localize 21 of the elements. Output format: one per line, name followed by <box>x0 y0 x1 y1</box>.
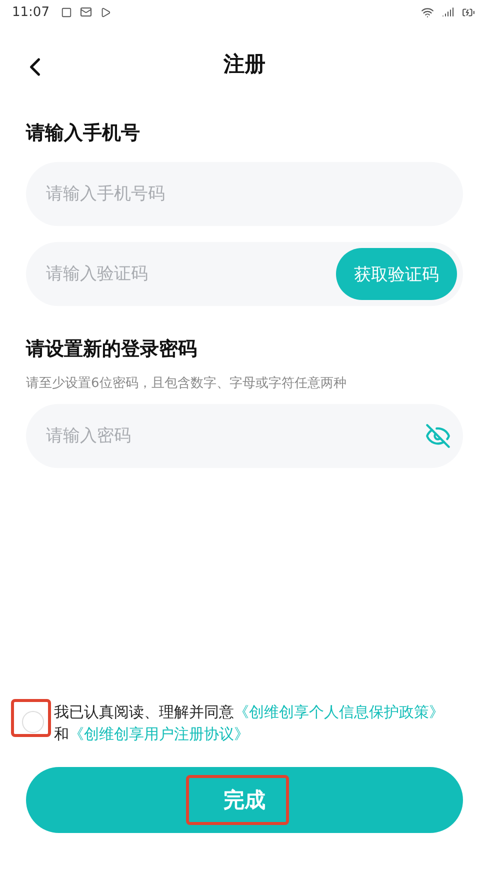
highlight-frame <box>11 699 51 737</box>
section-title: 请输入手机号 <box>26 121 141 146</box>
privacy-policy-link[interactable]: 《创维创享个人信息保护政策》 <box>234 703 444 721</box>
user-agreement-link[interactable]: 《创维创享用户注册协议》 <box>69 725 249 743</box>
password-field[interactable]: 请输入密码 <box>26 404 463 468</box>
section-title: 请设置新的登录密码 <box>26 337 198 362</box>
submit-button[interactable]: 完成 <box>26 767 463 833</box>
password-hint: 请至少设置6位密码，且包含数字、字母或字符任意两种 <box>26 375 348 392</box>
eye-off-icon[interactable] <box>425 423 451 449</box>
agreement-text: 我已认真阅读、理解并同意《创维创享个人信息保护政策》 和《创维创享用户注册协议》 <box>54 702 445 745</box>
notification-icon <box>61 6 72 18</box>
page-title: 注册 <box>224 51 266 78</box>
get-code-button[interactable]: 获取验证码 <box>336 248 457 300</box>
battery-icon <box>462 6 475 18</box>
wifi-icon <box>421 6 434 18</box>
signal-icon <box>442 6 454 18</box>
status-time: 11:07 <box>12 4 50 20</box>
agreement-checkbox[interactable] <box>22 711 44 733</box>
phone-field[interactable]: 请输入手机号码 <box>26 162 463 226</box>
play-icon <box>100 6 112 18</box>
mail-icon <box>80 6 92 18</box>
